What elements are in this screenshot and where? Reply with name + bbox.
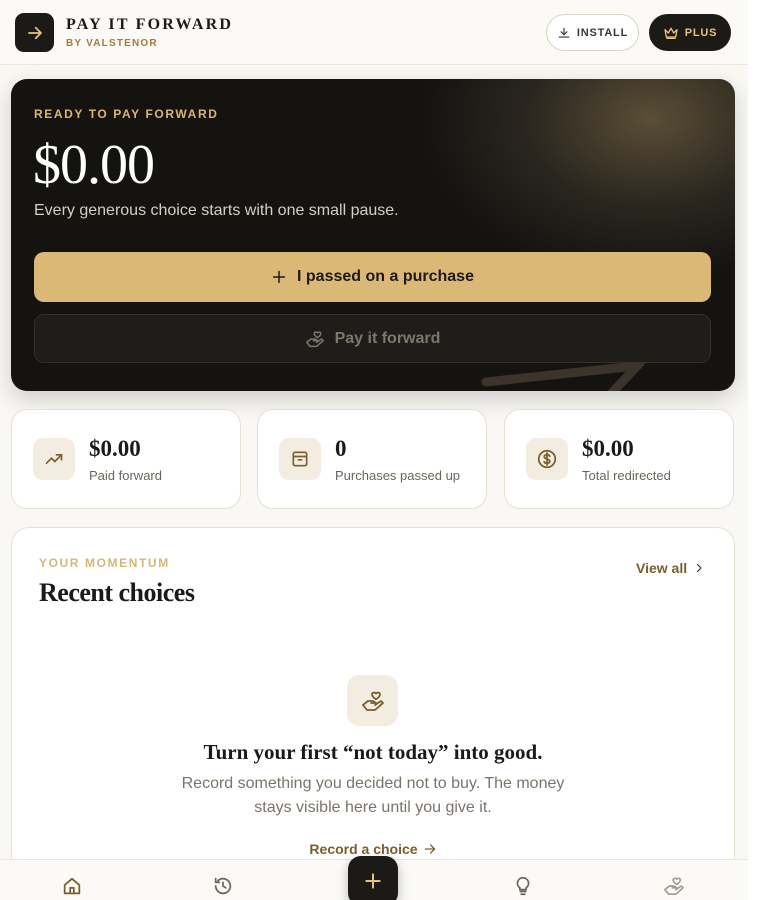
hand-heart-icon: [305, 330, 324, 347]
recent-choices-card: YOUR MOMENTUM Recent choices View all Tu…: [11, 527, 735, 900]
add-choice-button[interactable]: [348, 856, 398, 900]
add-icon: [365, 873, 381, 889]
empty-state-body: Record something you decided not to buy.…: [181, 775, 565, 816]
stat-card-paid-forward: $0.00 Paid forward: [11, 409, 241, 509]
lightbulb-icon[interactable]: [511, 874, 535, 898]
hand-heart-icon: [347, 675, 398, 726]
install-button[interactable]: INSTALL: [546, 14, 639, 51]
archive-box-icon: [279, 438, 321, 480]
recent-title: Recent choices: [39, 578, 195, 607]
pay-it-forward-button[interactable]: Pay it forward: [34, 314, 711, 363]
pay-it-forward-label: Pay it forward: [334, 329, 441, 347]
home-icon[interactable]: [60, 874, 84, 898]
empty-state-title: Turn your first “not today” into good.: [203, 740, 543, 764]
balance-amount: $0.00: [33, 134, 155, 196]
scrollbar-track[interactable]: [748, 0, 760, 900]
record-choice-label: Record a choice: [309, 841, 418, 857]
dollar-circle-icon: [526, 438, 568, 480]
crown-icon: [664, 27, 678, 39]
passed-on-purchase-button[interactable]: I passed on a purchase: [34, 252, 711, 302]
plus-label: PLUS: [684, 26, 718, 39]
stat-label: Purchases passed up: [335, 468, 461, 483]
download-icon: [558, 27, 570, 38]
hero-eyebrow: READY TO PAY FORWARD: [34, 107, 219, 121]
passed-on-purchase-label: I passed on a purchase: [297, 268, 474, 285]
plus-button[interactable]: PLUS: [649, 14, 731, 51]
stat-card-purchases-passed: 0 Purchases passed up: [257, 409, 487, 509]
brand-title: PAY IT FORWARD: [66, 16, 234, 33]
stat-label: Total redirected: [582, 468, 671, 483]
record-choice-link[interactable]: Record a choice: [12, 841, 734, 857]
stat-value: 0: [335, 436, 347, 461]
plus-icon: [272, 270, 286, 284]
stat-value: $0.00: [582, 436, 634, 461]
balance-hero-card: READY TO PAY FORWARD $0.00 Every generou…: [11, 79, 735, 391]
history-icon[interactable]: [211, 874, 235, 898]
hand-heart-icon[interactable]: [662, 874, 686, 898]
brand-subtitle: BY VALSTENOR: [66, 38, 158, 49]
chevron-right-icon: [697, 563, 702, 573]
stat-value: $0.00: [89, 436, 141, 461]
arrow-right-icon: [424, 844, 435, 854]
stat-label: Paid forward: [89, 468, 162, 483]
recent-eyebrow: YOUR MOMENTUM: [39, 556, 170, 570]
view-all-link[interactable]: View all: [636, 560, 705, 576]
view-all-label: View all: [636, 560, 688, 576]
trending-up-icon: [33, 438, 75, 480]
install-label: INSTALL: [576, 26, 629, 39]
stat-card-total-redirected: $0.00 Total redirected: [504, 409, 734, 509]
logo-arrow-icon[interactable]: [15, 13, 54, 52]
hero-tagline: Every generous choice starts with one sm…: [34, 202, 399, 219]
app-header: PAY IT FORWARD BY VALSTENOR INSTALL PLUS: [0, 0, 748, 65]
